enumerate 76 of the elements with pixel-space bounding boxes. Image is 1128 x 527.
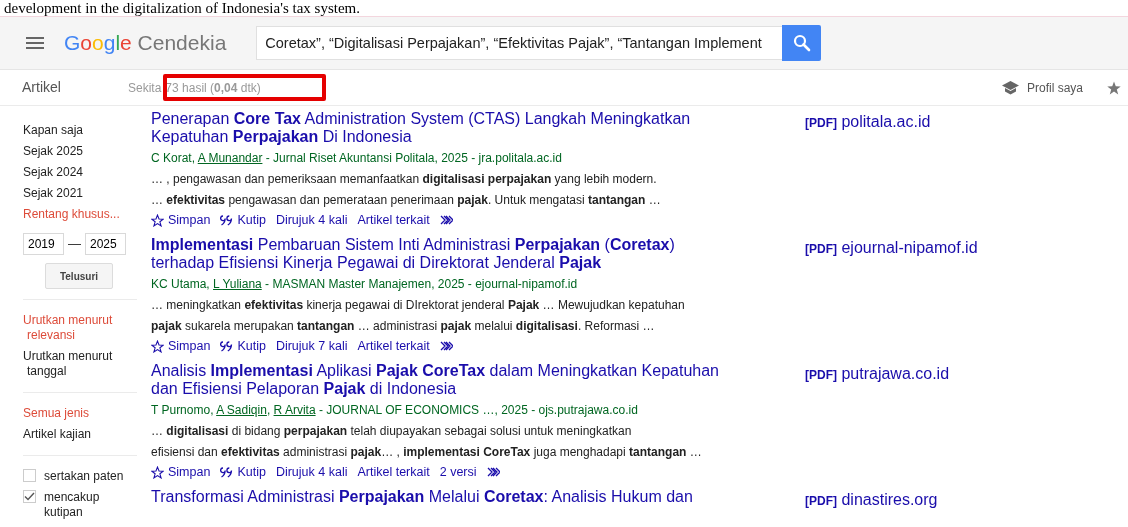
save-link[interactable]: Simpan bbox=[151, 211, 211, 230]
pdf-link[interactable]: [PDF] ejournal-nipamof.id bbox=[805, 236, 978, 362]
search-icon bbox=[792, 34, 811, 52]
pdf-link[interactable]: [PDF] politala.ac.id bbox=[805, 110, 931, 236]
result-link[interactable]: Artikel terkait bbox=[357, 463, 430, 482]
result-title-link[interactable]: Analisis Implementasi Aplikasi Pajak CoreTax dalam Meningkatkan Kepatuhan dan Efisiensi Pelaporan Pajak di Indonesia bbox=[151, 362, 726, 398]
star-icon[interactable] bbox=[1107, 81, 1121, 96]
results-count: 73 hasil (0,04 dtk) bbox=[165, 78, 261, 97]
pdf-link[interactable]: [PDF] putrajawa.co.id bbox=[805, 362, 950, 488]
profile-link[interactable]: Profil saya bbox=[1026, 78, 1083, 97]
filter-link[interactable]: Urutkan menurut tanggal bbox=[23, 346, 123, 382]
filter-link[interactable]: Sejak 2024 bbox=[23, 162, 137, 183]
double-chevron-icon bbox=[439, 341, 453, 352]
snippet-text: … , pengawasan dan pemeriksaan memanfaatkan digitalisasi perpajakan yang lebih modern. bbox=[151, 171, 658, 188]
result-link[interactable]: Artikel terkait bbox=[357, 211, 430, 230]
search-button[interactable] bbox=[782, 25, 822, 61]
double-chevron-icon bbox=[486, 467, 500, 478]
star-outline-icon bbox=[151, 213, 164, 227]
checkbox[interactable] bbox=[23, 469, 36, 482]
double-chevron-icon bbox=[439, 215, 453, 226]
author-link[interactable]: A Munandar bbox=[197, 151, 263, 165]
result-meta: C Korat, A Munandar - Jurnal Riset Akuntansi Politala, 2025 - jra.politala.ac.id bbox=[151, 150, 563, 167]
save-link[interactable]: Simpan bbox=[151, 463, 211, 482]
year-field[interactable]: 2019 bbox=[23, 233, 64, 255]
author-link[interactable]: A Sadiqin bbox=[216, 403, 267, 417]
cite-link[interactable]: Kutip bbox=[220, 211, 266, 230]
result-title-link[interactable]: Implementasi Pembaruan Sistem Inti Administrasi Perpajakan (Coretax) terhadap Efisiensi Kinerja Pegawai di Direktorat Jenderal Pajak bbox=[151, 236, 726, 272]
filter-link[interactable]: Urutkan menurut relevansi bbox=[23, 310, 123, 346]
star-outline-icon bbox=[151, 465, 164, 479]
caption-text: development in the digitalization of Indonesia's tax system. bbox=[3, 0, 361, 16]
results-prefix: Sekita bbox=[128, 79, 162, 97]
save-link[interactable]: Simpan bbox=[151, 337, 211, 356]
snippet-text: … meningkatkan efektivitas kinerja pegawai di DIrektorat jenderal Pajak … Mewujudkan kepatuhan bbox=[151, 297, 686, 314]
filter-link[interactable]: Rentang khusus... bbox=[23, 204, 137, 225]
result-link[interactable]: Artikel terkait bbox=[357, 337, 430, 356]
author-link[interactable]: L Yuliana bbox=[213, 277, 262, 291]
snippet-text: pajak sukarela merupakan tantangan … administrasi pajak melalui digitalisasi. Reformasi … bbox=[151, 318, 656, 335]
year-field[interactable]: 2025 bbox=[85, 233, 126, 255]
result-title-link[interactable]: Transformasi Administrasi Perpajakan Melalui Coretax: Analisis Hukum dan bbox=[151, 488, 726, 506]
menu-icon[interactable] bbox=[26, 37, 44, 49]
author-link[interactable]: R Arvita bbox=[273, 403, 316, 417]
filter-link[interactable]: Sejak 2021 bbox=[23, 183, 137, 204]
pdf-link[interactable]: [PDF] dinastires.org bbox=[805, 488, 938, 527]
quote-icon bbox=[220, 214, 234, 226]
section-label: Artikel bbox=[21, 78, 62, 97]
result-link[interactable]: Dirujuk 4 kali bbox=[275, 463, 348, 482]
more-link[interactable] bbox=[439, 215, 453, 226]
cite-link[interactable]: Kutip bbox=[220, 463, 266, 482]
snippet-text: efisiensi dan efektivitas administrasi pajak… , implementasi CoreTax juga menghadapi tantangan … bbox=[151, 444, 703, 461]
checkbox-label: mencakup kutipan bbox=[44, 490, 101, 520]
filter-link[interactable]: Artikel kajian bbox=[23, 424, 137, 445]
filter-link[interactable]: Sejak 2025 bbox=[23, 141, 137, 162]
cite-link[interactable]: Kutip bbox=[220, 337, 266, 356]
filter-link[interactable]: Semua jenis bbox=[23, 403, 137, 424]
quote-icon bbox=[220, 340, 234, 352]
result-link[interactable]: 2 versi bbox=[439, 463, 477, 482]
search-button[interactable]: Telusuri bbox=[45, 263, 113, 289]
more-link[interactable] bbox=[439, 341, 453, 352]
logo[interactable]: Google Cendekia bbox=[64, 27, 227, 59]
mortarboard-icon bbox=[1001, 80, 1019, 95]
result-link[interactable]: Dirujuk 7 kali bbox=[275, 337, 348, 356]
search-field[interactable]: Coretax”, “Digitalisasi Perpajakan”, “Efektivitas Pajak”, “Tantangan Implement bbox=[256, 26, 783, 60]
quote-icon bbox=[220, 466, 234, 478]
result-meta: KC Utama, L Yuliana - MASMAN Master Manajemen, 2025 - ejournal-nipamof.id bbox=[151, 276, 579, 293]
checkbox[interactable] bbox=[23, 490, 36, 503]
snippet-text: … digitalisasi di bidang perpajakan telah diupayakan sebagai solusi untuk meningkatkan bbox=[151, 423, 633, 440]
result-title-link[interactable]: Penerapan Core Tax Administration System (CTAS) Langkah Meningkatkan Kepatuhan Perpajakan Di Indonesia bbox=[151, 110, 726, 146]
checkbox-label: sertakan paten bbox=[44, 469, 124, 484]
result-link[interactable]: Dirujuk 4 kali bbox=[275, 211, 348, 230]
star-outline-icon bbox=[151, 339, 164, 353]
filter-link[interactable]: Kapan saja bbox=[23, 120, 137, 141]
dash-text: — bbox=[68, 235, 81, 254]
more-link[interactable] bbox=[486, 467, 500, 478]
snippet-text: … efektivitas pengawasan dan pemerataan penerimaan pajak. Untuk mengatasi tantangan … bbox=[151, 192, 662, 209]
result-meta: T Purnomo, A Sadiqin, R Arvita - JOURNAL OF ECONOMICS …, 2025 - ojs.putrajawa.co.id bbox=[151, 402, 639, 419]
author-name: C Korat bbox=[151, 151, 192, 165]
